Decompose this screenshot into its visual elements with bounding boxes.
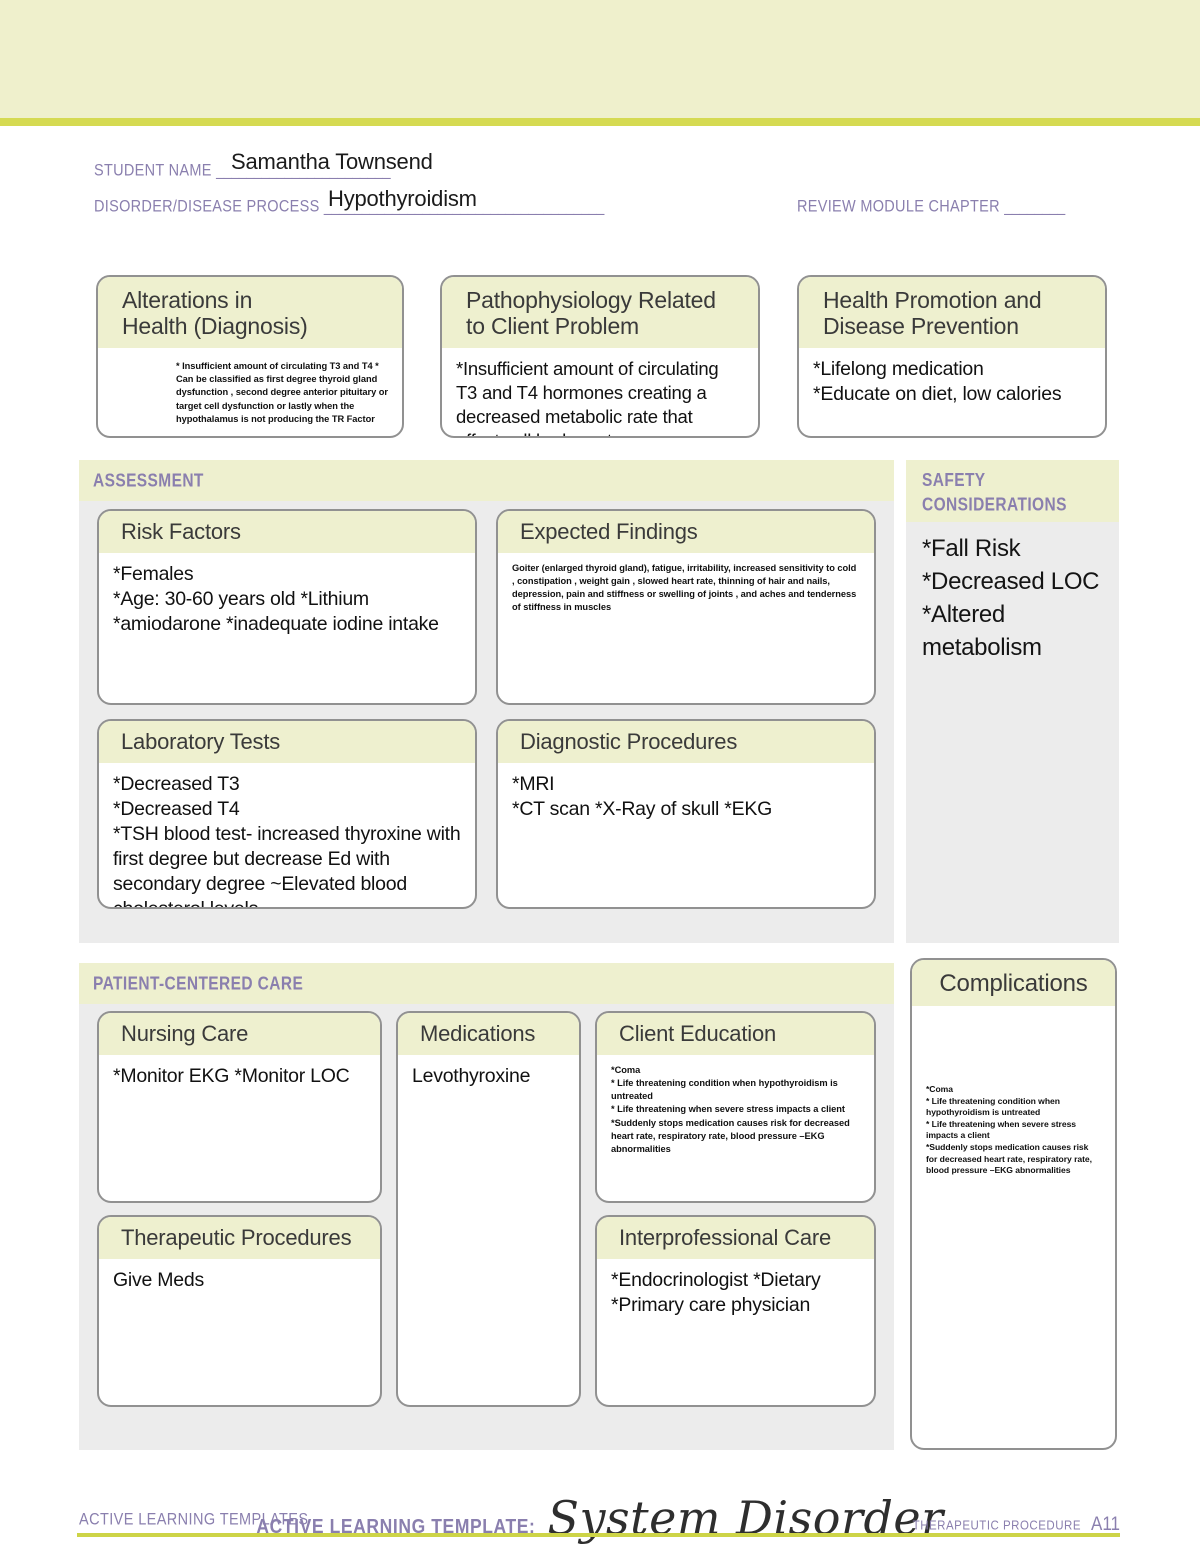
safety-considerations-body[interactable]: *Fall Risk *Decreased LOC *Altered metabol… (906, 522, 1119, 674)
panel-safety-considerations: SAFETY CONSIDERATIONS *Fall Risk *Decrease… (906, 460, 1119, 943)
card-body[interactable]: *Insufficient amount of circulating T3 a… (442, 348, 758, 436)
panel-assessment: ASSESSMENT Risk Factors *Females *Age: 30… (79, 460, 894, 943)
card-body[interactable]: *MRI *CT scan *X-Ray of skull *EKG (498, 763, 874, 830)
card-body[interactable]: * Insufficient amount of circulating T3 … (98, 348, 402, 434)
card-pathophysiology[interactable]: Pathophysiology Related to Client Problem… (440, 275, 760, 438)
safety-section-title: SAFETY CONSIDERATIONS (906, 460, 1119, 522)
card-title: Medications (398, 1013, 579, 1055)
card-title: Complications (912, 960, 1115, 1007)
card-title: Health Promotion and Disease Prevention (799, 277, 1105, 348)
card-client-education[interactable]: Client Education *Coma * Life threatening… (595, 1011, 876, 1203)
card-title: Laboratory Tests (99, 721, 475, 763)
footer-brand: ACTIVE LEARNING TEMPLATES (79, 1510, 309, 1530)
card-therapeutic-procedures[interactable]: Therapeutic Procedures Give Meds (97, 1215, 382, 1407)
card-diagnostic-procedures[interactable]: Diagnostic Procedures *MRI *CT scan *X-Ra… (496, 719, 876, 909)
card-title: Pathophysiology Related to Client Problem (442, 277, 758, 348)
card-body[interactable]: *Endocrinologist *Dietary *Primary care p… (597, 1259, 874, 1326)
card-body[interactable]: *Monitor EKG *Monitor LOC (99, 1055, 380, 1097)
card-title: Nursing Care (99, 1013, 380, 1055)
header-divider-rule (0, 118, 1200, 126)
card-medications[interactable]: Medications Levothyroxine (396, 1011, 581, 1407)
card-title: Expected Findings (498, 511, 874, 553)
card-body[interactable]: *Decreased T3 *Decreased T4 *TSH blood tes… (99, 763, 475, 907)
footer-category-label: THERAPEUTIC PROCEDURE (912, 1519, 1081, 1533)
card-title: Risk Factors (99, 511, 475, 553)
card-body[interactable]: Give Meds (99, 1259, 380, 1301)
patient-centered-care-section-title: PATIENT-CENTERED CARE (79, 963, 894, 1004)
card-title: Therapeutic Procedures (99, 1217, 380, 1259)
student-name-value[interactable]: Samantha Townsend (231, 149, 433, 175)
card-title: Diagnostic Procedures (498, 721, 874, 763)
assessment-section-title: ASSESSMENT (79, 460, 894, 501)
card-risk-factors[interactable]: Risk Factors *Females *Age: 30-60 years o… (97, 509, 477, 705)
footer-divider-rule (77, 1533, 1120, 1537)
student-name-label: STUDENT NAME (94, 161, 212, 180)
card-body[interactable]: *Females *Age: 30-60 years old *Lithium *a… (99, 553, 475, 645)
review-chapter-row: REVIEW MODULE CHAPTER ________ (797, 198, 1065, 216)
card-body[interactable]: *Coma * Life threatening condition when h… (597, 1055, 874, 1164)
card-title: Client Education (597, 1013, 874, 1055)
card-body[interactable]: Levothyroxine (398, 1055, 579, 1097)
card-expected-findings[interactable]: Expected Findings Goiter (enlarged thyro… (496, 509, 876, 705)
card-body[interactable]: *Coma * Life threatening condition when h… (912, 1006, 1115, 1185)
card-interprofessional-care[interactable]: Interprofessional Care *Endocrinologist … (595, 1215, 876, 1407)
disorder-label: DISORDER/DISEASE PROCESS (94, 197, 320, 216)
card-nursing-care[interactable]: Nursing Care *Monitor EKG *Monitor LOC (97, 1011, 382, 1203)
card-body[interactable]: *Lifelong medication *Educate on diet, lo… (799, 348, 1105, 415)
card-complications[interactable]: Complications *Coma * Life threatening co… (910, 958, 1117, 1450)
review-chapter-label: REVIEW MODULE CHAPTER (797, 197, 1000, 216)
card-health-promotion[interactable]: Health Promotion and Disease Prevention *… (797, 275, 1107, 438)
card-laboratory-tests[interactable]: Laboratory Tests *Decreased T3 *Decreased… (97, 719, 477, 909)
card-title: Interprofessional Care (597, 1217, 874, 1259)
card-alterations-in-health[interactable]: Alterations in Health (Diagnosis) * Insuf… (96, 275, 404, 438)
card-body[interactable]: Goiter (enlarged thyroid gland), fatigue… (498, 553, 874, 623)
panel-patient-centered-care: PATIENT-CENTERED CARE Nursing Care *Moni… (79, 963, 894, 1450)
footer-meta: THERAPEUTIC PROCEDURE A11 (912, 1513, 1120, 1535)
disorder-value[interactable]: Hypothyroidism (328, 186, 477, 212)
card-title: Alterations in Health (Diagnosis) (98, 277, 402, 348)
review-chapter-rule: ________ (1004, 197, 1065, 216)
header-band (0, 0, 1200, 118)
